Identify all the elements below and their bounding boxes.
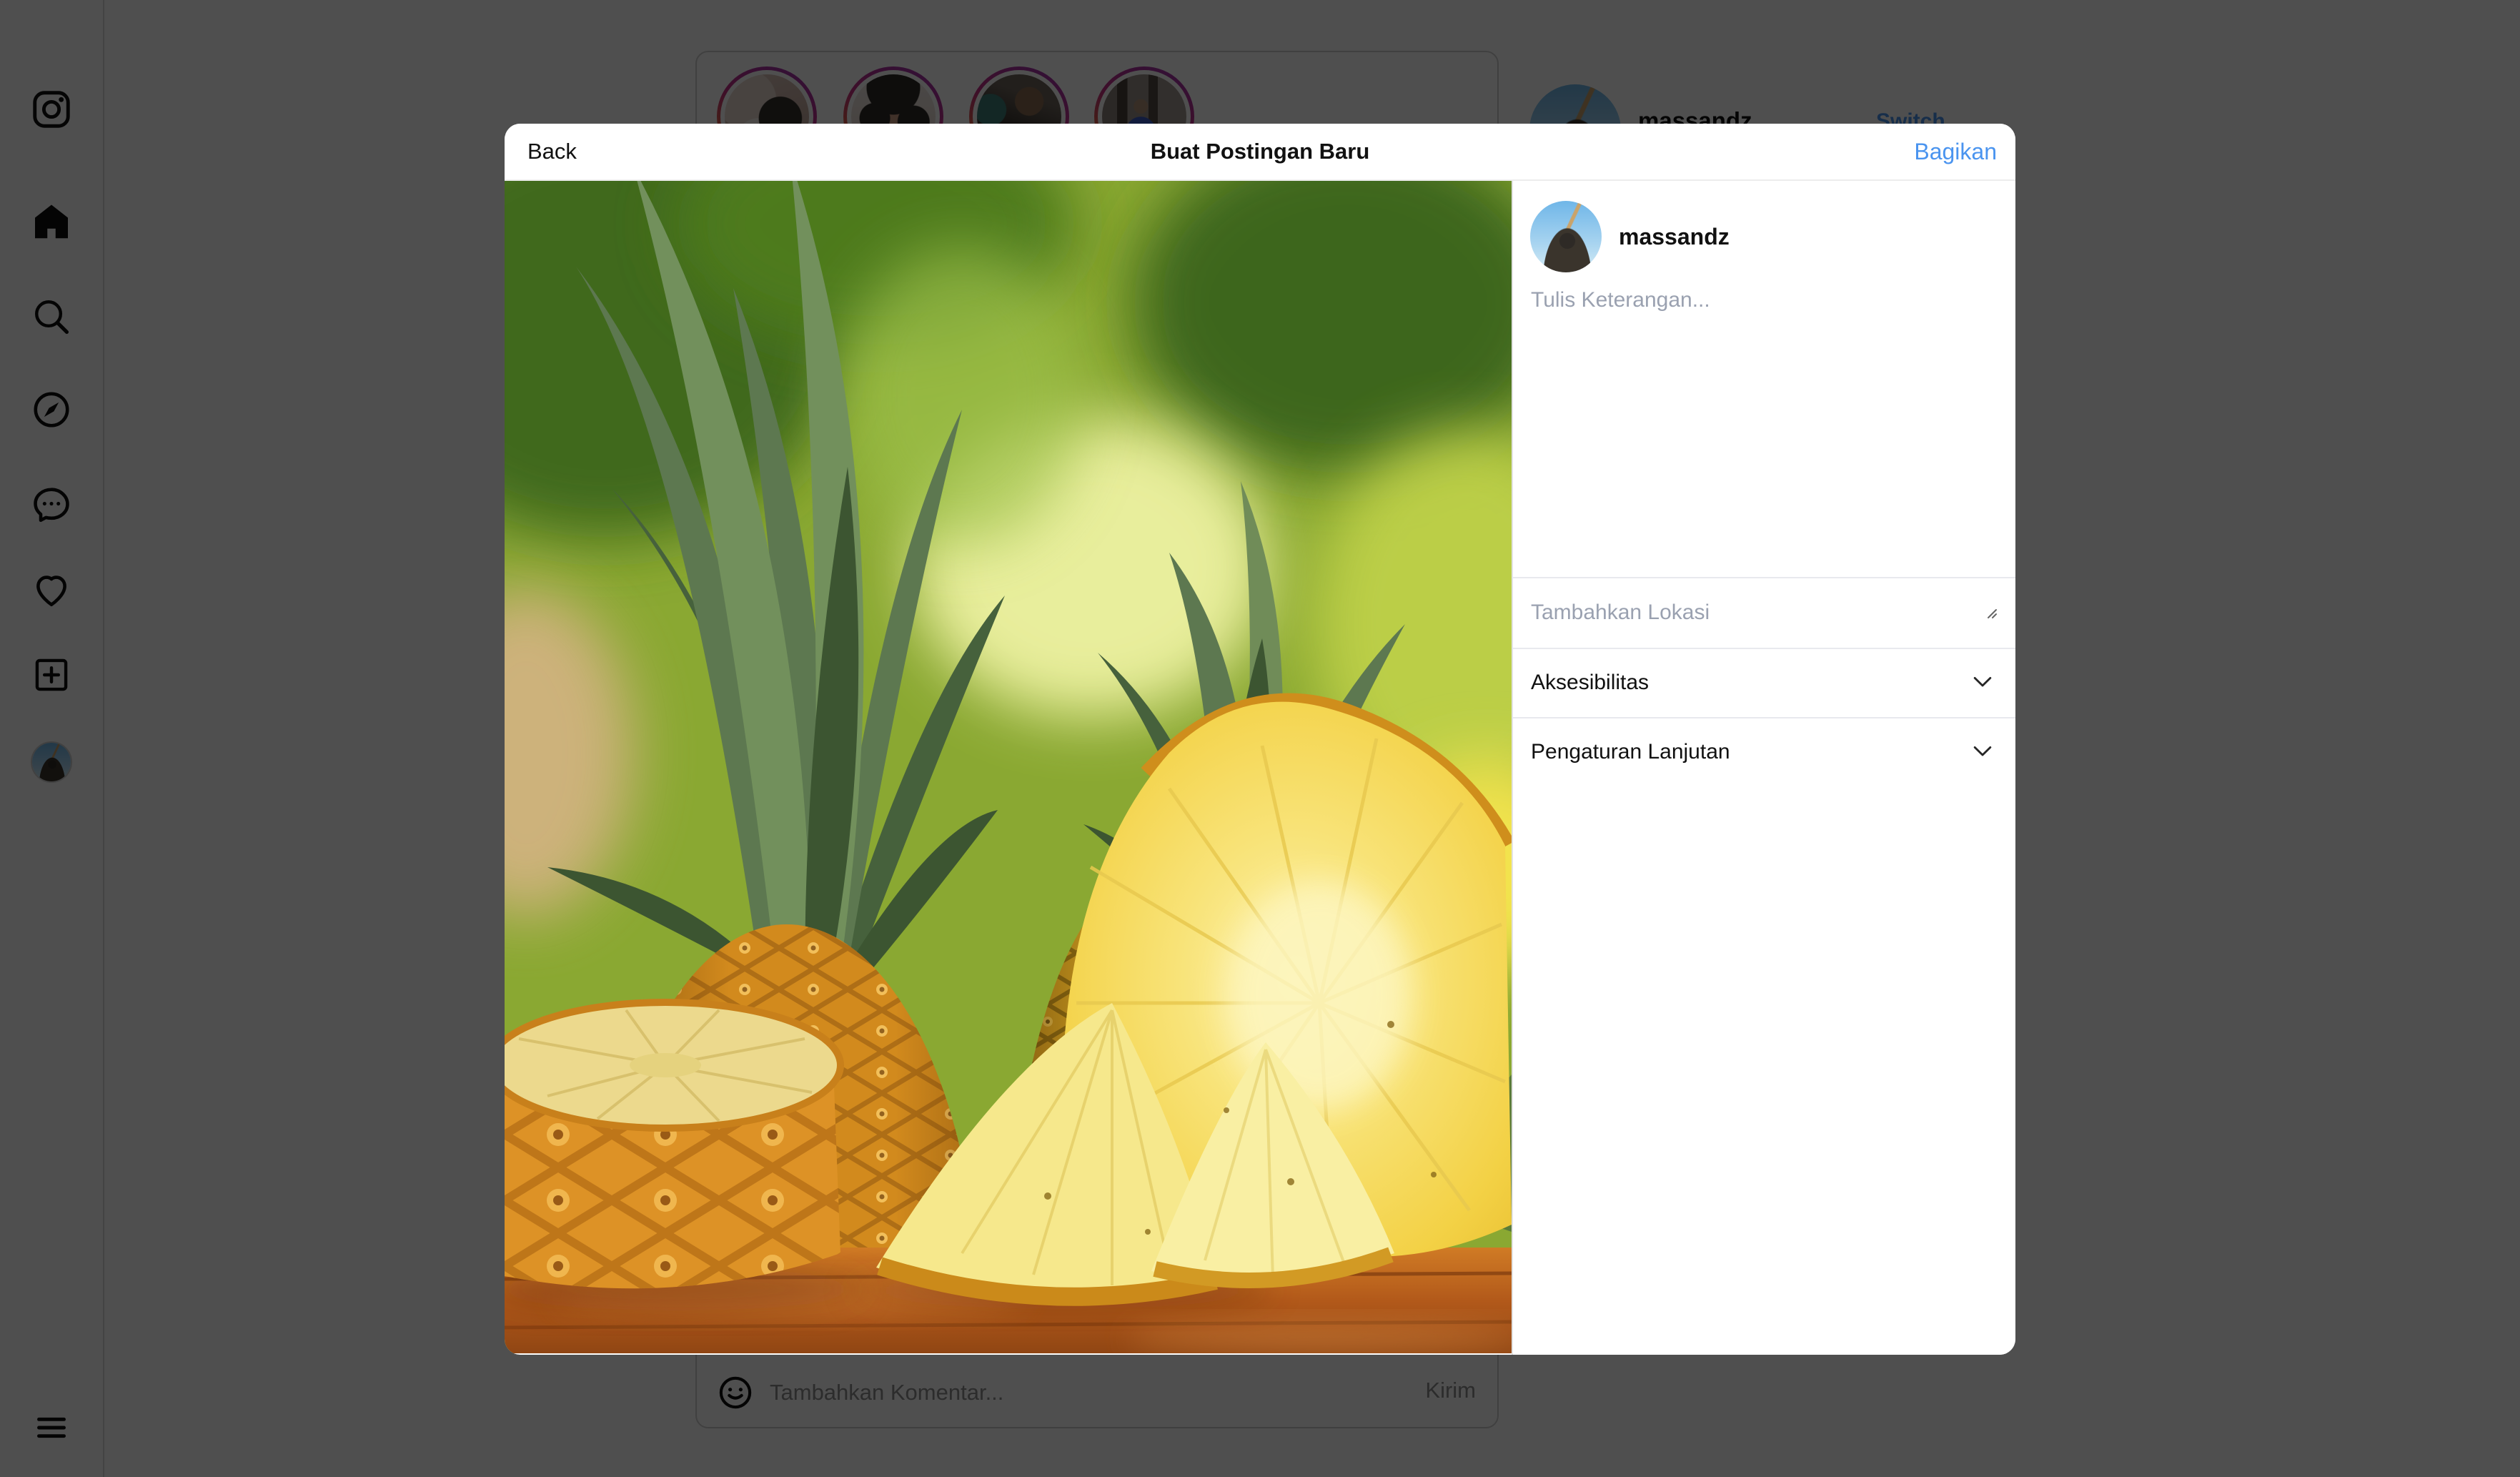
- accessibility-label: Aksesibilitas: [1531, 671, 1649, 695]
- panel-user-row: massandz: [1530, 201, 1730, 272]
- resize-handle-icon[interactable]: [1985, 607, 1998, 620]
- divider: [1513, 577, 2015, 578]
- caption-textarea[interactable]: [1531, 288, 1996, 574]
- modal-header: Back Buat Postingan Baru Bagikan: [505, 124, 2015, 181]
- modal-title: Buat Postingan Baru: [505, 139, 2015, 164]
- advanced-settings-label: Pengaturan Lanjutan: [1531, 740, 1730, 764]
- user-avatar: [1530, 201, 1602, 272]
- location-input[interactable]: [1531, 586, 1960, 640]
- back-button[interactable]: Back: [527, 139, 577, 164]
- panel-username: massandz: [1619, 224, 1730, 250]
- post-details-panel: massandz Aksesibilitas Pengaturan Lanjut…: [1512, 181, 2015, 1355]
- modal-body: massandz Aksesibilitas Pengaturan Lanjut…: [505, 181, 2015, 1355]
- share-button[interactable]: Bagikan: [1914, 139, 1997, 165]
- post-image-pineapples: [505, 181, 1512, 1353]
- advanced-settings-row[interactable]: Pengaturan Lanjutan: [1513, 717, 2015, 786]
- create-post-modal: Back Buat Postingan Baru Bagikan: [505, 124, 2015, 1355]
- accessibility-row[interactable]: Aksesibilitas: [1513, 648, 2015, 717]
- page-root: { "colors": { "accent_blue": "#4a94ef", …: [0, 0, 2520, 1477]
- chevron-down-icon: [1968, 736, 1997, 767]
- chevron-down-icon: [1968, 667, 1997, 698]
